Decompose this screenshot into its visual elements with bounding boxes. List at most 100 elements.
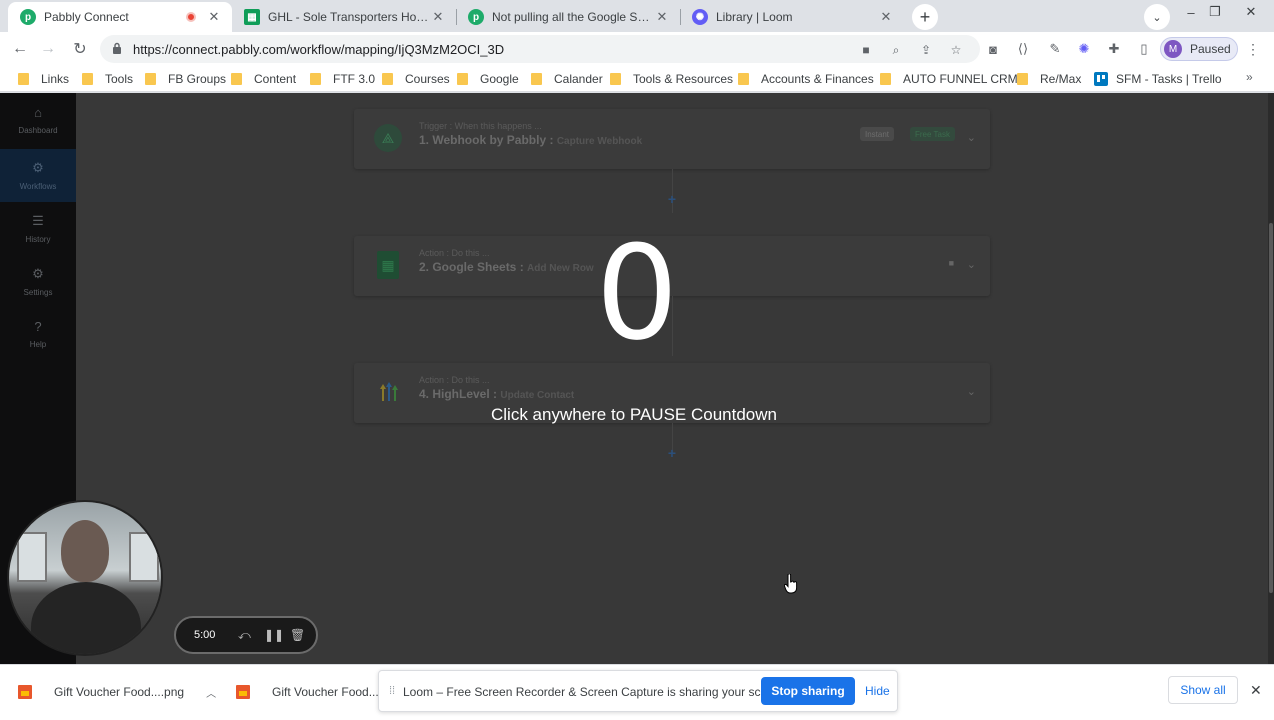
camera-blocked-icon[interactable]: ■ bbox=[858, 42, 874, 58]
bookmark-courses[interactable]: Courses bbox=[382, 70, 450, 88]
address-bar[interactable]: https://connect.pabbly.com/workflow/mapp… bbox=[100, 35, 980, 63]
profile-button[interactable]: M Paused bbox=[1160, 37, 1238, 61]
sidebar-item-dashboard[interactable]: ⌂ Dashboard bbox=[0, 93, 76, 146]
tab-not-pulling[interactable]: p Not pulling all the Google Sheets ✕ bbox=[456, 2, 680, 32]
close-icon[interactable]: ✕ bbox=[878, 9, 894, 25]
folder-icon bbox=[738, 73, 749, 85]
loom-icon: ✺ bbox=[692, 9, 708, 25]
tab-pabbly-connect[interactable]: p Pabbly Connect ✕ bbox=[8, 2, 232, 32]
close-icon[interactable]: ✕ bbox=[654, 9, 670, 25]
recording-timer: 5:00 bbox=[194, 629, 216, 641]
countdown-number[interactable]: 0 bbox=[587, 228, 687, 358]
bookmark-remax[interactable]: Re/Max bbox=[1017, 70, 1081, 88]
restore-icon[interactable]: ❐ bbox=[1200, 0, 1230, 24]
tab-title: GHL - Sole Transporters Homes C bbox=[268, 10, 430, 24]
tab-title: Pabbly Connect bbox=[44, 10, 129, 24]
drag-handle-icon[interactable]: ⁞⁞ bbox=[389, 685, 395, 697]
more-bookmarks-icon[interactable]: » bbox=[1246, 70, 1253, 84]
side-panel-icon[interactable]: ▯ bbox=[1136, 41, 1152, 57]
bookmark-tools[interactable]: Tools bbox=[82, 70, 133, 88]
window-close-icon[interactable]: ✕ bbox=[1236, 0, 1266, 24]
webcam-bubble[interactable] bbox=[7, 500, 163, 656]
step-subtitle: Trigger : When this happens ... bbox=[419, 121, 542, 131]
bookmark-ftf[interactable]: FTF 3.0 bbox=[310, 70, 375, 88]
screen-sharing-bar: ⁞⁞ Loom – Free Screen Recorder & Screen … bbox=[378, 670, 898, 712]
bookmark-content[interactable]: Content bbox=[231, 70, 296, 88]
add-step-icon[interactable]: + bbox=[665, 445, 679, 461]
highlevel-arrows-icon bbox=[380, 382, 398, 401]
chevron-down-icon[interactable]: ⌄ bbox=[967, 131, 976, 144]
sidebar-item-history[interactable]: ☰ History bbox=[0, 202, 76, 255]
pause-icon[interactable]: ❚❚ bbox=[264, 628, 284, 642]
new-tab-button[interactable]: + bbox=[912, 4, 938, 30]
bookmark-tools-resources[interactable]: Tools & Resources bbox=[610, 70, 733, 88]
sidebar-item-help[interactable]: ? Help bbox=[0, 307, 76, 360]
reload-button[interactable]: ↻ bbox=[68, 37, 92, 61]
step-title: 4. HighLevel : Update Contact bbox=[419, 387, 575, 401]
bookmark-links[interactable]: Links bbox=[18, 70, 69, 88]
url-text[interactable]: https://connect.pabbly.com/workflow/mapp… bbox=[133, 42, 504, 57]
sidebar-item-workflows[interactable]: ⚙ Workflows bbox=[0, 149, 76, 202]
image-file-icon bbox=[18, 685, 32, 699]
home-icon: ⌂ bbox=[34, 104, 42, 120]
tab-title: Not pulling all the Google Sheets bbox=[492, 10, 654, 24]
pen-extension-icon[interactable]: ✎ bbox=[1047, 41, 1063, 57]
zoom-icon[interactable]: ⌕ bbox=[888, 42, 904, 58]
add-step-icon[interactable]: + bbox=[665, 191, 679, 207]
video-icon[interactable]: ■ bbox=[949, 258, 954, 268]
restart-icon[interactable]: ⤺ bbox=[238, 628, 251, 643]
sidebar-item-settings[interactable]: ⚙ Settings bbox=[0, 255, 76, 308]
tab-loom-library[interactable]: ✺ Library | Loom ✕ bbox=[680, 2, 904, 32]
bookmark-trello[interactable]: SFM - Tasks | Trello bbox=[1094, 70, 1222, 88]
screenshot-extension-icon[interactable]: ◙ bbox=[985, 41, 1001, 57]
pabbly-icon: p bbox=[468, 9, 484, 25]
webhook-icon: ⟁ bbox=[374, 124, 402, 152]
folder-icon bbox=[145, 73, 156, 85]
close-icon[interactable]: ✕ bbox=[1250, 682, 1262, 699]
tab-ghl-sheet[interactable]: ▦ GHL - Sole Transporters Homes C ✕ bbox=[232, 2, 456, 32]
hide-button[interactable]: Hide bbox=[865, 684, 890, 698]
chevron-up-icon[interactable]: ︿ bbox=[206, 685, 216, 700]
bookmark-calander[interactable]: Calander bbox=[531, 70, 603, 88]
highlevel-icon bbox=[374, 378, 402, 406]
code-extension-icon[interactable]: ⟨⟩ bbox=[1015, 41, 1031, 57]
list-icon: ☰ bbox=[32, 213, 44, 228]
trash-icon[interactable]: 🗑 bbox=[290, 628, 305, 642]
browser-menu-icon[interactable]: ⋮ bbox=[1246, 41, 1260, 58]
folder-icon bbox=[18, 73, 29, 85]
show-all-downloads-button[interactable]: Show all bbox=[1168, 676, 1238, 704]
countdown-message[interactable]: Click anywhere to PAUSE Countdown bbox=[434, 405, 834, 425]
image-file-icon bbox=[236, 685, 250, 699]
back-button[interactable]: ← bbox=[8, 37, 32, 61]
workflow-step-trigger[interactable]: ⟁ Trigger : When this happens ... 1. Web… bbox=[354, 109, 990, 169]
folder-icon bbox=[610, 73, 621, 85]
bookmark-auto-funnel-crm[interactable]: AUTO FUNNEL CRM bbox=[880, 70, 1018, 88]
close-icon[interactable]: ✕ bbox=[430, 9, 446, 25]
forward-button[interactable]: → bbox=[36, 37, 60, 61]
share-icon[interactable]: ⇪ bbox=[918, 42, 934, 58]
tab-search-button[interactable]: ⌄ bbox=[1144, 4, 1170, 30]
profile-status: Paused bbox=[1190, 42, 1231, 56]
folder-icon bbox=[231, 73, 242, 85]
tab-title: Library | Loom bbox=[716, 10, 793, 24]
folder-icon bbox=[310, 73, 321, 85]
bookmark-fb-groups[interactable]: FB Groups bbox=[145, 70, 226, 88]
close-icon[interactable]: ✕ bbox=[206, 9, 222, 25]
chevron-down-icon[interactable]: ⌄ bbox=[967, 258, 976, 271]
download-item[interactable]: Gift Voucher Food....p bbox=[236, 682, 389, 702]
scrollbar-thumb[interactable] bbox=[1269, 223, 1273, 593]
help-icon: ? bbox=[34, 318, 42, 334]
stop-sharing-button[interactable]: Stop sharing bbox=[761, 677, 855, 705]
extensions-puzzle-icon[interactable]: ✚ bbox=[1106, 41, 1122, 57]
step-subtitle: Action : Do this ... bbox=[419, 375, 490, 385]
step-title: 1. Webhook by Pabbly : Capture Webhook bbox=[419, 133, 643, 147]
tab-strip: p Pabbly Connect ✕ ▦ GHL - Sole Transpor… bbox=[0, 0, 1274, 32]
chevron-down-icon[interactable]: ⌄ bbox=[967, 385, 976, 398]
sharing-message: Loom – Free Screen Recorder & Screen Cap… bbox=[403, 685, 788, 699]
bookmark-star-icon[interactable]: ☆ bbox=[948, 42, 964, 58]
bookmark-accounts-finances[interactable]: Accounts & Finances bbox=[738, 70, 874, 88]
instant-badge: Instant bbox=[860, 127, 895, 141]
download-item[interactable]: Gift Voucher Food....png ︿ bbox=[18, 682, 216, 702]
loom-extension-icon[interactable]: ✺ bbox=[1076, 41, 1092, 57]
bookmark-google[interactable]: Google bbox=[457, 70, 519, 88]
